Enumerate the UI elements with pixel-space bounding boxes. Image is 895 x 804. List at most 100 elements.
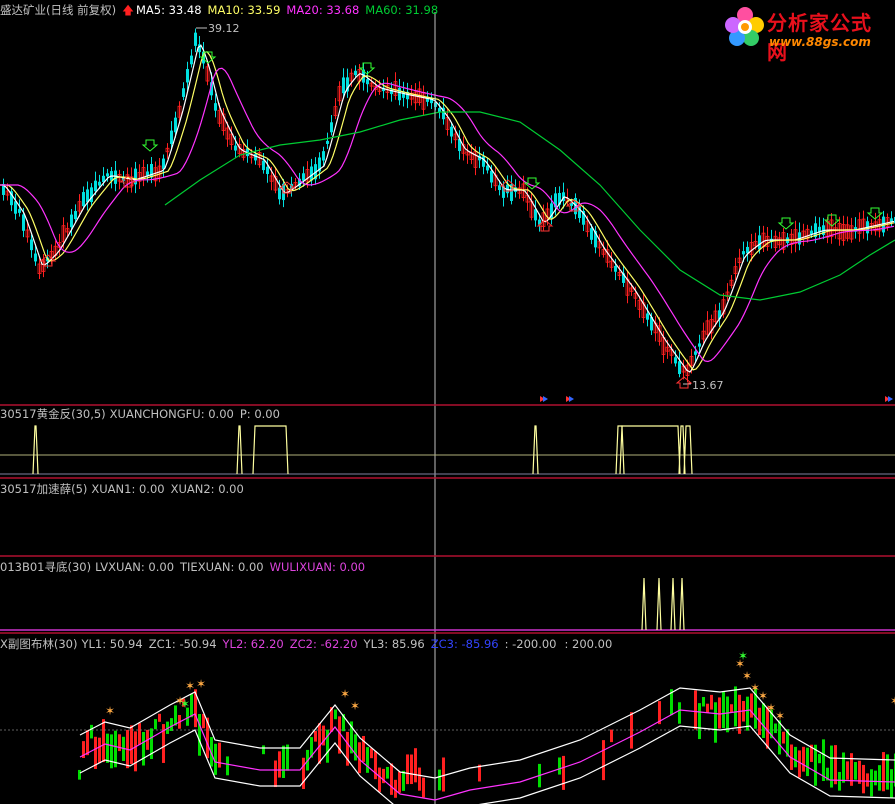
candle-body <box>74 211 77 220</box>
panel4-bar <box>890 769 893 798</box>
candle-body <box>742 251 745 255</box>
panel4-bar <box>794 746 797 768</box>
candle-body <box>694 351 697 355</box>
candle-body <box>30 239 33 251</box>
panel4-value-8: : 200.00 <box>564 637 613 651</box>
panel1-pulse <box>236 425 243 475</box>
chart-canvas[interactable]: ✶✶✶✶✶✶✶✶✶✶✶✶✶✶✶ <box>0 0 895 804</box>
panel4-bar <box>558 757 561 775</box>
panel4-bar <box>378 767 381 793</box>
panel4-value-4: ZC2: -62.20 <box>289 637 358 651</box>
panel4-bar <box>370 748 373 759</box>
candle-body <box>398 87 401 101</box>
panel4-bar <box>878 765 881 791</box>
stock-name: 盛达矿业(日线 前复权) <box>0 3 117 17</box>
panel4-bar <box>874 770 877 786</box>
logo-url: www.88gs.com <box>769 35 871 49</box>
site-logo[interactable]: 分析家公式网 www.88gs.com <box>719 3 889 64</box>
panel4-bar <box>842 752 845 783</box>
panel4-bar <box>406 754 409 785</box>
panel4-bar <box>158 713 161 722</box>
panel4-bar <box>802 746 805 772</box>
candle-body <box>34 253 37 262</box>
panel4-value-5: YL3: 85.96 <box>363 637 425 651</box>
price-candles <box>2 28 895 383</box>
candle-body <box>614 265 617 272</box>
panel4-bar <box>866 773 869 787</box>
panel1-pulse <box>619 425 681 475</box>
panel4-bar <box>734 686 737 727</box>
up-arrow-icon: 🡅 <box>122 3 134 17</box>
panel4-bar <box>730 704 733 713</box>
gold-marker-icon: ✶ <box>890 694 895 708</box>
panel4-bar <box>822 739 825 782</box>
flower-logo-icon <box>725 7 764 46</box>
panel3-value-1: LVXUAN: 0.00 <box>95 560 175 574</box>
candle-body <box>234 145 237 151</box>
candle-body <box>302 173 305 181</box>
panel4-bar <box>562 755 565 790</box>
marker-triangle-icon <box>543 396 548 402</box>
panel4-bar <box>142 732 145 766</box>
green-star-icon: ✶ <box>180 697 190 711</box>
panel4-bar <box>118 734 121 752</box>
panel3-name: 013B01寻底(30) <box>0 560 92 574</box>
panel3-pulse <box>641 577 647 631</box>
panel4-bar <box>714 702 717 743</box>
green-down-arrow-icon <box>141 139 159 152</box>
panel4-bar <box>882 752 885 792</box>
panel4-bar <box>442 757 445 792</box>
candle-body <box>146 171 149 176</box>
candle-body <box>342 77 345 94</box>
ma10-line <box>0 51 895 371</box>
panel4-bar <box>106 733 109 763</box>
candle-body <box>18 209 21 213</box>
panel4-bar <box>602 740 605 781</box>
candle-body <box>330 122 333 133</box>
moving-average-lines <box>0 27 895 385</box>
candle-body <box>678 361 681 374</box>
panel4-bar <box>102 719 105 763</box>
candle-body <box>534 209 537 221</box>
panel4-bar <box>86 730 89 756</box>
panel4-bar <box>702 697 705 707</box>
candle-body <box>98 181 101 186</box>
panel4-bar <box>334 709 337 720</box>
candle-body <box>322 151 325 161</box>
panel4-bar <box>282 745 285 778</box>
candle-body <box>450 126 453 137</box>
candle-body <box>190 55 193 65</box>
panel4-bar <box>830 745 833 788</box>
ma60-label: MA60: 31.98 <box>365 3 439 17</box>
panel4-bar <box>98 737 101 764</box>
panel4-bar <box>398 771 401 793</box>
candle-body <box>490 170 493 183</box>
marker-triangle-icon <box>569 396 574 402</box>
candle-body <box>214 103 217 111</box>
panel4-bar <box>110 734 113 769</box>
panel4-bar <box>854 762 857 780</box>
panel4-bar <box>846 761 849 780</box>
candle-body <box>758 235 761 250</box>
panel2-value-2: XUAN2: 0.00 <box>170 482 244 496</box>
panel4-bar <box>302 757 305 790</box>
candle-body <box>486 165 489 171</box>
gold-marker-icon: ✶ <box>775 709 785 723</box>
panel1-pulse <box>32 425 39 475</box>
panel4-bar <box>710 694 713 710</box>
panel4-bar <box>862 764 865 794</box>
panel4-bar <box>90 724 93 739</box>
candle-body <box>262 160 265 171</box>
panel4-value-3: YL2: 62.20 <box>222 637 284 651</box>
panel4-bar <box>410 754 413 785</box>
panel4-value-2: ZC1: -50.94 <box>148 637 217 651</box>
panel3-pulse <box>670 577 676 631</box>
panel4-bar <box>722 691 725 729</box>
panel4-bar <box>774 723 777 734</box>
gold-marker-icon: ✶ <box>340 687 350 701</box>
panel2-value-1: XUAN1: 0.00 <box>91 482 165 496</box>
panel4-bar <box>778 720 781 755</box>
panel4-markers: ✶✶✶✶✶✶✶✶✶✶✶✶✶✶✶ <box>105 649 895 723</box>
panel4-bar <box>314 730 317 742</box>
candle-body <box>326 140 329 144</box>
